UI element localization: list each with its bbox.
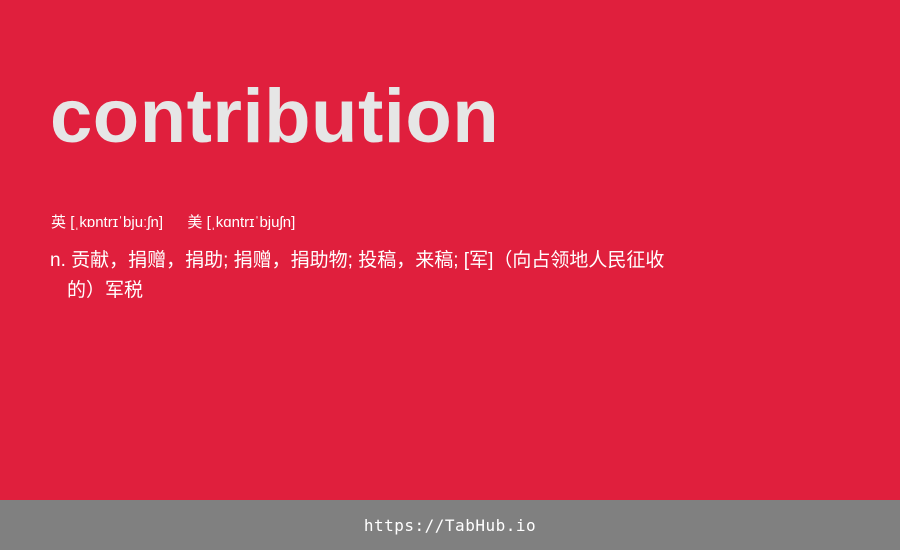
definition: n. 贡献，捐赠，捐助; 捐赠，捐助物; 投稿，来稿; [军]（向占领地人民征收… xyxy=(50,246,710,306)
definition-line-2: 的）军税 xyxy=(67,280,144,301)
footer-link[interactable]: https://TabHub.io xyxy=(364,516,536,535)
footer-bar: https://TabHub.io xyxy=(0,500,900,550)
uk-label: 英 xyxy=(51,214,67,231)
dictionary-card: contribution 英 [ˌkɒntrɪˈbjuːʃn] 美 [ˌkɑnt… xyxy=(0,0,900,500)
us-label: 美 xyxy=(187,214,203,231)
us-phonetic: [ˌkɑntrɪˈbjuʃn] xyxy=(206,214,296,231)
uk-phonetic: [ˌkɒntrɪˈbjuːʃn] xyxy=(70,214,164,231)
headword: contribution xyxy=(50,74,500,159)
pronunciation-row: 英 [ˌkɒntrɪˈbjuːʃn] 美 [ˌkɑntrɪˈbjuʃn] xyxy=(51,213,295,233)
definition-line-1: n. 贡献，捐赠，捐助; 捐赠，捐助物; 投稿，来稿; [军]（向占领地人民征收 xyxy=(50,250,665,271)
